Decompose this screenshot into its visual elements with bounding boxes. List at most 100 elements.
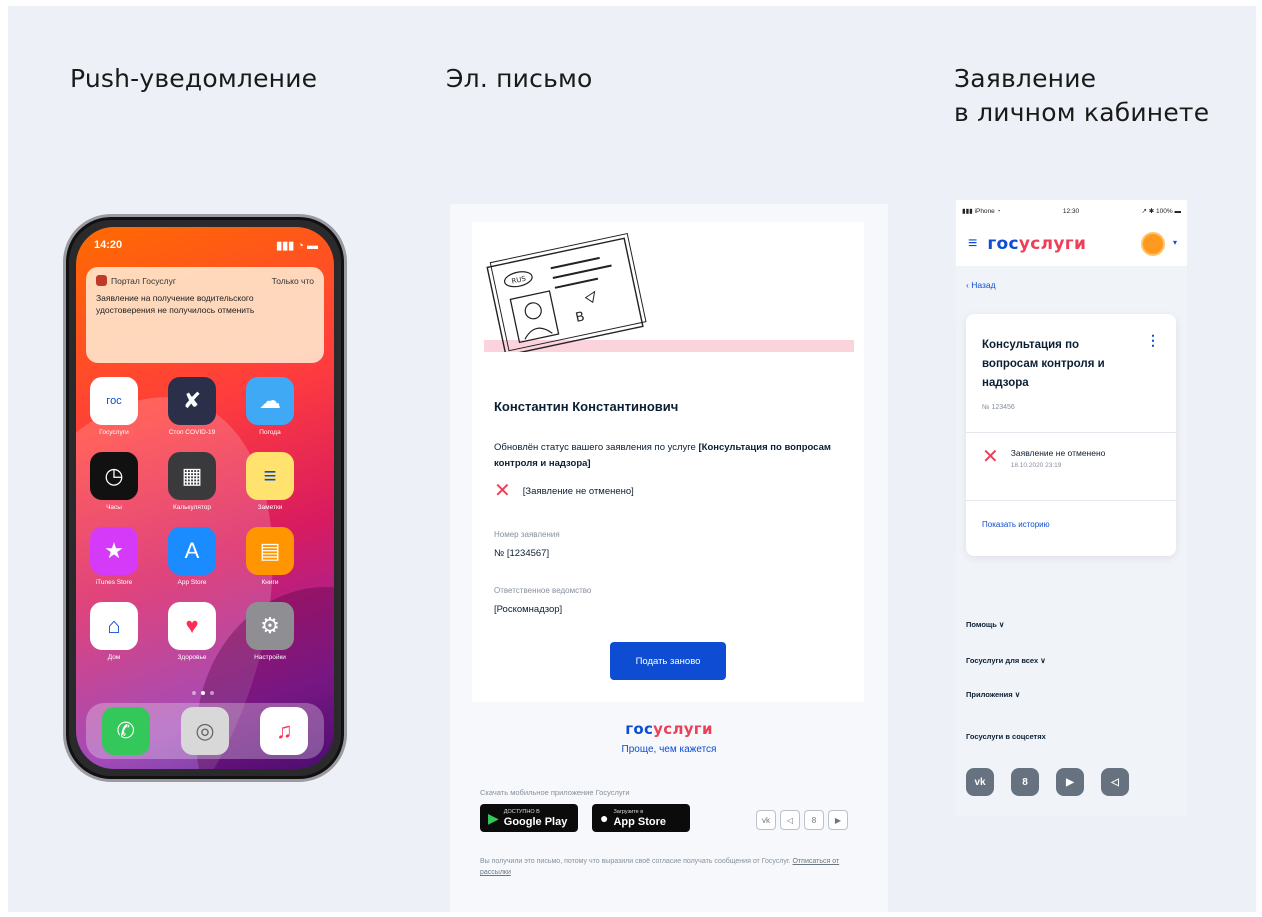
push-notification[interactable]: Портал Госуслуг Только что Заявление на …: [86, 267, 324, 363]
cross-icon: ✕: [982, 446, 999, 468]
app-label: iTunes Store: [95, 579, 133, 586]
avatar[interactable]: [1141, 232, 1165, 256]
personal-cabinet-screen: ▮▮▮ iPhone ◔ 12:30 ↗ ✱ 100% ▬ ≡ госуслуг…: [956, 200, 1187, 816]
cabinet-status-date: 18.10.2020 23:19: [1010, 462, 1062, 469]
app-label: Заметки: [257, 504, 283, 511]
phone-icon: ✆: [116, 718, 135, 743]
app-label: Госуслуги: [99, 429, 129, 436]
app-label: Часы: [106, 504, 122, 511]
more-options-icon[interactable]: ⋮: [1146, 332, 1160, 349]
logo-part-uslugi: услуги: [653, 720, 713, 738]
calculator-icon: ▦: [181, 463, 203, 488]
settings-app-icon[interactable]: ⚙ Настройки: [246, 602, 294, 661]
clock-icon: ◷: [104, 463, 124, 488]
app-dock: ✆ ◎ ♫: [86, 703, 324, 759]
notification-time: Только что: [271, 275, 314, 286]
apple-icon: ●: [600, 810, 609, 826]
footer-text: Вы получили это письмо, потому что выраз…: [480, 858, 793, 865]
safari-app-icon[interactable]: ◎: [180, 707, 229, 755]
itunes-icon: ★: [104, 538, 124, 563]
cabinet-status-row: ✕ Заявление не отменено 18.10.2020 23:19: [982, 446, 1106, 469]
cabinet-status-text: Заявление не отменено: [1010, 448, 1106, 458]
cabinet-application-number: № 123456: [982, 404, 1015, 411]
calculator-app-icon[interactable]: ▦ Калькулятор: [168, 452, 216, 511]
resubmit-button[interactable]: Подать заново: [610, 642, 726, 680]
health-app-icon[interactable]: ♥ Здоровье: [168, 602, 216, 661]
app-label: Калькулятор: [172, 504, 212, 511]
weather-icon: ☁: [259, 388, 281, 413]
app-label: Погода: [259, 429, 281, 436]
odnoklassniki-icon[interactable]: 8: [1011, 768, 1039, 796]
app-label: Стоп COVID-19: [168, 429, 216, 436]
weather-app-icon[interactable]: ☁ Погода: [246, 377, 294, 436]
youtube-icon[interactable]: ▶: [1056, 768, 1084, 796]
clock-app-icon[interactable]: ◷ Часы: [90, 452, 138, 511]
covid-app-icon[interactable]: ✘ Стоп COVID-19: [168, 377, 216, 436]
vk-icon[interactable]: vk: [966, 768, 994, 796]
heading-email: Эл. письмо: [446, 64, 593, 93]
vk-icon[interactable]: vk: [756, 810, 776, 830]
app-label: App Store: [177, 579, 207, 586]
telegram-icon[interactable]: ◁: [1101, 768, 1129, 796]
logo-part-gos: гос: [625, 720, 654, 738]
page-indicator: [192, 691, 214, 695]
chevron-down-icon[interactable]: ▾: [1173, 238, 1177, 247]
telegram-icon[interactable]: ◁: [780, 810, 800, 830]
home-app-icon[interactable]: ⌂ Дом: [90, 602, 138, 661]
cabinet-status-bar: ▮▮▮ iPhone ◔ 12:30 ↗ ✱ 100% ▬: [956, 200, 1187, 222]
cabinet-carrier: ▮▮▮ iPhone ◔: [962, 208, 1001, 215]
safari-icon: ◎: [195, 718, 215, 743]
download-app-text: Скачать мобильное приложение Госуслуги: [480, 788, 630, 797]
heading-cabinet: Заявление в личном кабинете: [954, 62, 1209, 130]
email-footer: Вы получили это письмо, потому что выраз…: [480, 856, 840, 878]
status-message-prefix: Обновлён статус вашего заявления по услу…: [494, 442, 699, 453]
heading-cabinet-line1: Заявление: [954, 64, 1097, 93]
cabinet-logo[interactable]: госуслуги: [987, 234, 1086, 254]
app-label: Книги: [261, 579, 279, 586]
youtube-icon[interactable]: ▶: [828, 810, 848, 830]
logo-part-gos: гос: [987, 234, 1019, 254]
notes-app-icon[interactable]: ≡ Заметки: [246, 452, 294, 511]
footer-apps[interactable]: Приложения ∨: [966, 690, 1020, 699]
application-title: Консультация по вопросам контроля и надз…: [982, 339, 1105, 389]
app-label: Здоровье: [177, 654, 207, 661]
itunes-app-icon[interactable]: ★ iTunes Store: [90, 527, 138, 586]
footer-gosuslugi-for-all[interactable]: Госуслуги для всех ∨: [966, 656, 1046, 665]
presentation-canvas: Push-уведомление Эл. письмо Заявление в …: [8, 6, 1256, 912]
app-label: Дом: [107, 654, 121, 661]
google-play-badge[interactable]: ▶ ДОСТУПНО В Google Play: [480, 804, 578, 832]
gosuslugi-app-icon[interactable]: гос Госуслуги: [90, 377, 138, 436]
app-store-text: App Store: [613, 815, 667, 828]
phone-status-bar: 14:20 ▮▮▮ ◔ ▬: [94, 239, 318, 252]
email-status-row: ✕ [Заявление не отменено]: [494, 481, 634, 501]
app-store-app-icon[interactable]: A App Store: [168, 527, 216, 586]
gosuslugi-app-icon: [96, 275, 107, 286]
google-play-small-text: ДОСТУПНО В: [503, 808, 540, 815]
notification-app-name: Портал Госуслуг: [111, 275, 176, 286]
gosuslugi-icon: гос: [106, 395, 122, 407]
application-card: Консультация по вопросам контроля и надз…: [966, 314, 1176, 556]
odnoklassniki-icon[interactable]: 8: [804, 810, 824, 830]
show-history-link[interactable]: Показать историю: [982, 520, 1050, 529]
settings-icon: ⚙: [260, 613, 280, 638]
back-link[interactable]: ‹ Назад: [966, 280, 996, 290]
gosuslugi-logo[interactable]: госуслуги: [450, 720, 888, 738]
cabinet-header: ≡ госуслуги ▾: [956, 222, 1187, 266]
divider: [966, 500, 1176, 501]
menu-icon[interactable]: ≡: [968, 235, 977, 253]
app-store-badge[interactable]: ● Загрузите в App Store: [592, 804, 690, 832]
brand-slogan: Проще, чем кажется: [621, 744, 717, 755]
google-play-icon: ▶: [488, 809, 499, 826]
footer-help[interactable]: Помощь ∨: [966, 620, 1004, 629]
application-number-label: Номер заявления: [494, 530, 560, 539]
health-icon: ♥: [185, 613, 199, 638]
phone-app-icon[interactable]: ✆: [101, 707, 150, 755]
phone-mockup: 14:20 ▮▮▮ ◔ ▬ Портал Госуслуг Только что…: [63, 214, 347, 782]
page-dot: [210, 691, 214, 695]
app-label: Настройки: [254, 654, 286, 661]
phone-screen: 14:20 ▮▮▮ ◔ ▬ Портал Госуслуг Только что…: [76, 227, 334, 769]
id-card-illustration: RUS B: [484, 232, 854, 352]
app-grid: гос Госуслуги ✘ Стоп COVID-19 ☁ Погода ◷ Часы ▦ К…: [90, 377, 320, 661]
music-app-icon[interactable]: ♫: [260, 707, 309, 755]
books-app-icon[interactable]: ▤ Книги: [246, 527, 294, 586]
